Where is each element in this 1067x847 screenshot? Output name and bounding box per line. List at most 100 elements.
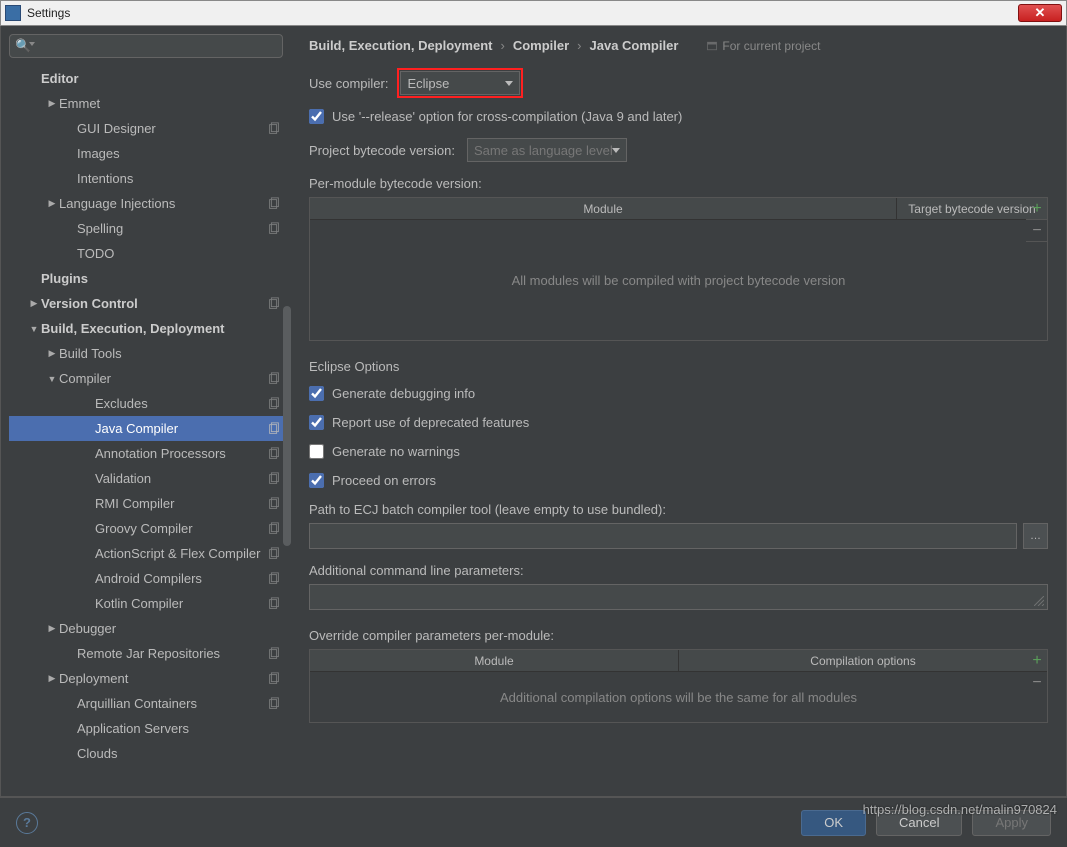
breadcrumb-bed[interactable]: Build, Execution, Deployment [309,38,492,53]
eclipse-options-title: Eclipse Options [309,359,1048,374]
sidebar-item-debugger[interactable]: ▶Debugger [9,616,291,641]
addl-params-input[interactable] [309,584,1048,610]
copy-icon [267,397,281,411]
ok-button[interactable]: OK [801,810,866,836]
tree-scrollbar[interactable] [283,306,291,546]
sidebar-item-app-servers[interactable]: Application Servers [9,716,291,741]
app-icon [5,5,21,21]
copy-icon [267,522,281,536]
settings-tree[interactable]: Editor ▶Emmet GUI Designer Images Intent… [9,66,291,796]
copy-icon [267,122,281,136]
browse-button[interactable]: … [1023,523,1048,549]
sidebar-header-editor[interactable]: Editor [9,66,291,91]
sidebar-header-plugins[interactable]: Plugins [9,266,291,291]
th-target: Target bytecode version [897,198,1047,219]
sidebar-item-emmet[interactable]: ▶Emmet [9,91,291,116]
sidebar-item-arquillian[interactable]: Arquillian Containers [9,691,291,716]
window-title: Settings [27,6,1018,20]
sidebar-item-lang-injections[interactable]: ▶Language Injections [9,191,291,216]
remove-module-button[interactable]: − [1026,220,1048,242]
release-option-check[interactable]: Use '--release' option for cross-compila… [309,109,682,124]
add-module-button[interactable]: + [1026,198,1048,220]
chk-proceed-box[interactable] [309,473,324,488]
close-button[interactable]: ✕ [1018,4,1062,22]
table2-empty: Additional compilation options will be t… [500,690,857,705]
chevron-down-icon [505,81,513,86]
copy-icon [267,697,281,711]
sidebar-item-gui-designer[interactable]: GUI Designer [9,116,291,141]
remove-override-button[interactable]: − [1026,672,1048,694]
sidebar-item-images[interactable]: Images [9,141,291,166]
sidebar-item-actionscript-flex[interactable]: ActionScript & Flex Compiler [9,541,291,566]
sidebar-item-todo[interactable]: TODO [9,241,291,266]
copy-icon [267,597,281,611]
settings-sidebar: 🔍 Editor ▶Emmet GUI Designer Images Inte… [1,26,291,796]
breadcrumb: Build, Execution, Deployment › Compiler … [309,38,1048,53]
copy-icon [267,372,281,386]
sidebar-item-compiler[interactable]: ▼Compiler [9,366,291,391]
table1-empty: All modules will be compiled with projec… [512,273,846,288]
sidebar-header-vcs[interactable]: ▶Version Control [9,291,291,316]
breadcrumb-compiler[interactable]: Compiler [513,38,569,53]
breadcrumb-sep: › [577,38,581,53]
th2-module: Module [310,650,679,671]
override-table: Module Compilation options Additional co… [309,649,1048,723]
copy-icon [267,547,281,561]
sidebar-header-bed[interactable]: ▼Build, Execution, Deployment [9,316,291,341]
per-module-label: Per-module bytecode version: [309,176,1048,191]
expand-icon[interactable] [1034,596,1044,606]
copy-icon [267,572,281,586]
sidebar-item-android-compilers[interactable]: Android Compilers [9,566,291,591]
sidebar-item-java-compiler[interactable]: Java Compiler [9,416,291,441]
chk-deprecated-box[interactable] [309,415,324,430]
copy-icon [267,422,281,436]
breadcrumb-hint: For current project [706,39,820,53]
copy-icon [267,197,281,211]
release-option-checkbox[interactable] [309,109,324,124]
copy-icon [267,222,281,236]
search-icon: 🔍 [15,38,29,52]
sidebar-item-deployment[interactable]: ▶Deployment [9,666,291,691]
project-bytecode-label: Project bytecode version: [309,143,455,158]
sidebar-item-intentions[interactable]: Intentions [9,166,291,191]
sidebar-item-excludes[interactable]: Excludes [9,391,291,416]
sidebar-item-clouds[interactable]: Clouds [9,741,291,766]
use-compiler-dropdown[interactable]: Eclipse [400,71,520,95]
chk-debug-box[interactable] [309,386,324,401]
copy-icon [267,647,281,661]
chk-debug[interactable]: Generate debugging info [309,386,475,401]
sidebar-item-rmi-compiler[interactable]: RMI Compiler [9,491,291,516]
chk-proceed[interactable]: Proceed on errors [309,473,436,488]
use-compiler-value: Eclipse [407,76,449,91]
search-input[interactable] [9,34,283,58]
sidebar-item-annotation-processors[interactable]: Annotation Processors [9,441,291,466]
sidebar-item-remote-jar[interactable]: Remote Jar Repositories [9,641,291,666]
copy-icon [267,447,281,461]
window-titlebar: Settings ✕ [0,0,1067,26]
search-dropdown-icon[interactable] [29,42,35,46]
sidebar-item-build-tools[interactable]: ▶Build Tools [9,341,291,366]
chk-nowarn[interactable]: Generate no warnings [309,444,460,459]
add-override-button[interactable]: + [1026,650,1048,672]
help-button[interactable]: ? [16,812,38,834]
chevron-down-icon [612,148,620,153]
chk-nowarn-box[interactable] [309,444,324,459]
project-icon [706,40,718,52]
sidebar-item-groovy-compiler[interactable]: Groovy Compiler [9,516,291,541]
project-bytecode-value: Same as language level [474,143,613,158]
project-bytecode-dropdown[interactable]: Same as language level [467,138,627,162]
override-label: Override compiler parameters per-module: [309,628,1048,643]
copy-icon [267,672,281,686]
sidebar-item-validation[interactable]: Validation [9,466,291,491]
copy-icon [267,297,281,311]
ecj-path-input[interactable] [309,523,1017,549]
sidebar-item-kotlin-compiler[interactable]: Kotlin Compiler [9,591,291,616]
breadcrumb-java-compiler: Java Compiler [590,38,679,53]
th-module: Module [310,198,897,219]
addl-params-label: Additional command line parameters: [309,563,1048,578]
breadcrumb-sep: › [500,38,504,53]
per-module-table: Module Target bytecode version All modul… [309,197,1048,341]
copy-icon [267,472,281,486]
sidebar-item-spelling[interactable]: Spelling [9,216,291,241]
chk-deprecated[interactable]: Report use of deprecated features [309,415,529,430]
